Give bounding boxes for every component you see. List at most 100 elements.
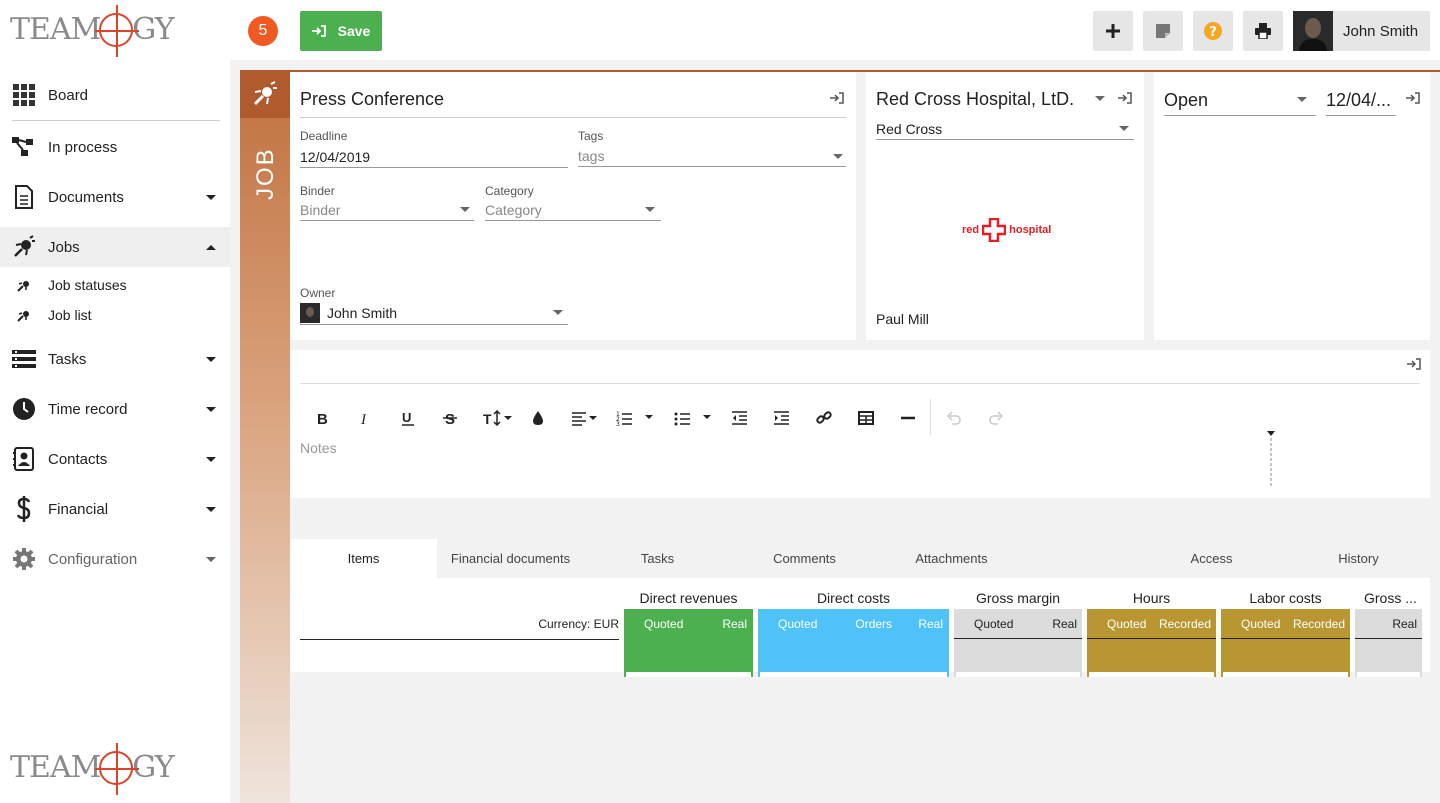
tab-financial-documents[interactable]: Financial documents bbox=[437, 539, 584, 578]
sidebar-item-label: Time record bbox=[48, 400, 128, 418]
chevron-down-icon[interactable] bbox=[702, 414, 712, 420]
strikethrough-icon[interactable]: S bbox=[443, 410, 457, 426]
toolbar-divider bbox=[930, 399, 931, 435]
tab-items[interactable]: Items bbox=[290, 539, 437, 578]
indent-icon[interactable] bbox=[774, 410, 790, 426]
group-direct-revenues: Quoted Real bbox=[624, 609, 753, 677]
sidebar-item-tasks[interactable]: Tasks bbox=[0, 347, 230, 371]
chevron-down-icon[interactable] bbox=[644, 414, 654, 420]
sidebar-item-label: Financial bbox=[48, 500, 109, 518]
sidebar-item-documents[interactable]: Documents bbox=[0, 185, 230, 209]
enter-icon[interactable] bbox=[830, 92, 844, 104]
logo-target-icon bbox=[95, 4, 140, 57]
col-header[interactable]: Real bbox=[918, 617, 943, 631]
rocket-icon bbox=[12, 235, 36, 259]
col-header[interactable]: Real bbox=[722, 617, 747, 631]
tab-tasks[interactable]: Tasks bbox=[584, 539, 731, 578]
underline-icon[interactable]: U bbox=[401, 410, 415, 426]
text-color-icon[interactable] bbox=[532, 410, 544, 426]
undo-icon[interactable] bbox=[946, 410, 962, 426]
add-button[interactable] bbox=[1093, 11, 1133, 51]
tab-comments[interactable]: Comments bbox=[731, 539, 878, 578]
col-header[interactable]: Real bbox=[1052, 617, 1077, 631]
outdent-icon[interactable] bbox=[732, 410, 748, 426]
redo-icon[interactable] bbox=[988, 410, 1004, 426]
sidebar-item-time-record[interactable]: Time record bbox=[0, 397, 230, 421]
col-header[interactable]: Quoted bbox=[1241, 617, 1280, 631]
sidebar-item-jobs[interactable]: Jobs bbox=[0, 235, 230, 259]
chevron-down-icon bbox=[460, 207, 470, 212]
contact-group-select[interactable]: Red Cross bbox=[876, 121, 1134, 140]
font-size-icon[interactable]: T bbox=[483, 410, 513, 426]
help-button[interactable]: ? bbox=[1193, 11, 1233, 51]
plus-icon bbox=[1106, 24, 1120, 38]
tab-access[interactable]: Access bbox=[1138, 539, 1285, 578]
status-date-field[interactable]: 12/04/... bbox=[1326, 90, 1396, 116]
sidebar-item-label: Configuration bbox=[48, 550, 138, 568]
chevron-down-icon bbox=[1119, 126, 1129, 131]
horizontal-rule-icon[interactable] bbox=[900, 416, 916, 420]
clock-icon bbox=[12, 397, 36, 421]
chevron-down-icon bbox=[206, 356, 216, 362]
svg-text:I: I bbox=[360, 412, 367, 426]
print-button[interactable] bbox=[1243, 11, 1283, 51]
resize-handle[interactable] bbox=[1266, 430, 1276, 488]
sidebar-item-financial[interactable]: Financial bbox=[0, 496, 230, 522]
sidebar-item-in-process[interactable]: In process bbox=[0, 135, 230, 159]
col-header[interactable]: Real bbox=[1392, 617, 1417, 631]
user-menu[interactable]: John Smith bbox=[1293, 11, 1430, 51]
category-select[interactable]: Category bbox=[485, 202, 661, 221]
sidebar-item-configuration[interactable]: Configuration bbox=[0, 547, 230, 571]
category-label: Category bbox=[485, 184, 534, 198]
group-cell bbox=[1355, 639, 1422, 672]
sidebar-item-job-list[interactable]: Job list bbox=[0, 305, 230, 325]
owner-select[interactable]: John Smith bbox=[300, 302, 568, 325]
deadline-field[interactable]: 12/04/2019 bbox=[300, 149, 568, 168]
group-direct-costs: Quoted Orders Real bbox=[758, 609, 949, 677]
note-button[interactable] bbox=[1143, 11, 1183, 51]
notes-textarea[interactable]: Notes bbox=[300, 440, 337, 456]
col-header[interactable]: Quoted bbox=[974, 617, 1013, 631]
sidebar-item-contacts[interactable]: Contacts bbox=[0, 447, 230, 471]
enter-icon[interactable] bbox=[1406, 92, 1420, 104]
col-header[interactable]: Recorded bbox=[1293, 617, 1345, 631]
tab-history[interactable]: History bbox=[1285, 539, 1432, 578]
sidebar-item-label: Job list bbox=[48, 307, 92, 323]
enter-icon[interactable] bbox=[1118, 92, 1132, 104]
sidebar-item-job-statuses[interactable]: Job statuses bbox=[0, 275, 230, 295]
svg-text:B: B bbox=[317, 411, 328, 426]
col-header[interactable]: Quoted bbox=[644, 617, 683, 631]
align-icon[interactable] bbox=[572, 410, 598, 426]
status-select[interactable]: Open bbox=[1164, 90, 1316, 116]
notification-badge[interactable]: 5 bbox=[248, 16, 278, 46]
currency-label: Currency: EUR bbox=[300, 616, 619, 640]
sidebar-item-board[interactable]: Board bbox=[0, 83, 230, 107]
document-icon bbox=[12, 185, 36, 209]
col-header[interactable]: Recorded bbox=[1159, 617, 1211, 631]
avatar bbox=[1293, 11, 1333, 51]
col-header[interactable]: Orders bbox=[855, 617, 892, 631]
app-logo[interactable]: TEAM GY bbox=[10, 4, 175, 57]
col-header[interactable]: Quoted bbox=[1107, 617, 1146, 631]
link-icon[interactable] bbox=[816, 410, 832, 426]
col-header[interactable]: Quoted bbox=[778, 617, 817, 631]
logo-text-left: TEAM bbox=[10, 750, 101, 785]
job-title-input[interactable]: Press Conference bbox=[300, 89, 444, 110]
tags-field[interactable]: tags bbox=[578, 148, 846, 167]
company-select[interactable]: Red Cross Hospital, LtD. bbox=[876, 89, 1074, 110]
italic-icon[interactable]: I bbox=[359, 410, 373, 426]
client-logo-text-left: red bbox=[962, 224, 980, 236]
owner-label: Owner bbox=[300, 286, 336, 300]
contact-person[interactable]: Paul Mill bbox=[876, 311, 929, 327]
enter-icon[interactable] bbox=[1407, 358, 1421, 370]
ordered-list-icon[interactable]: 123 bbox=[616, 410, 632, 426]
group-title-direct-costs: Direct costs bbox=[816, 590, 891, 606]
save-button[interactable]: Save bbox=[300, 11, 382, 51]
table-icon[interactable] bbox=[858, 411, 874, 425]
bullet-list-icon[interactable] bbox=[674, 410, 690, 426]
group-cell bbox=[624, 639, 753, 672]
tab-attachments[interactable]: Attachments bbox=[878, 539, 1025, 578]
binder-select[interactable]: Binder bbox=[300, 202, 474, 221]
bold-icon[interactable]: B bbox=[316, 410, 330, 426]
rocket-icon bbox=[253, 81, 277, 106]
